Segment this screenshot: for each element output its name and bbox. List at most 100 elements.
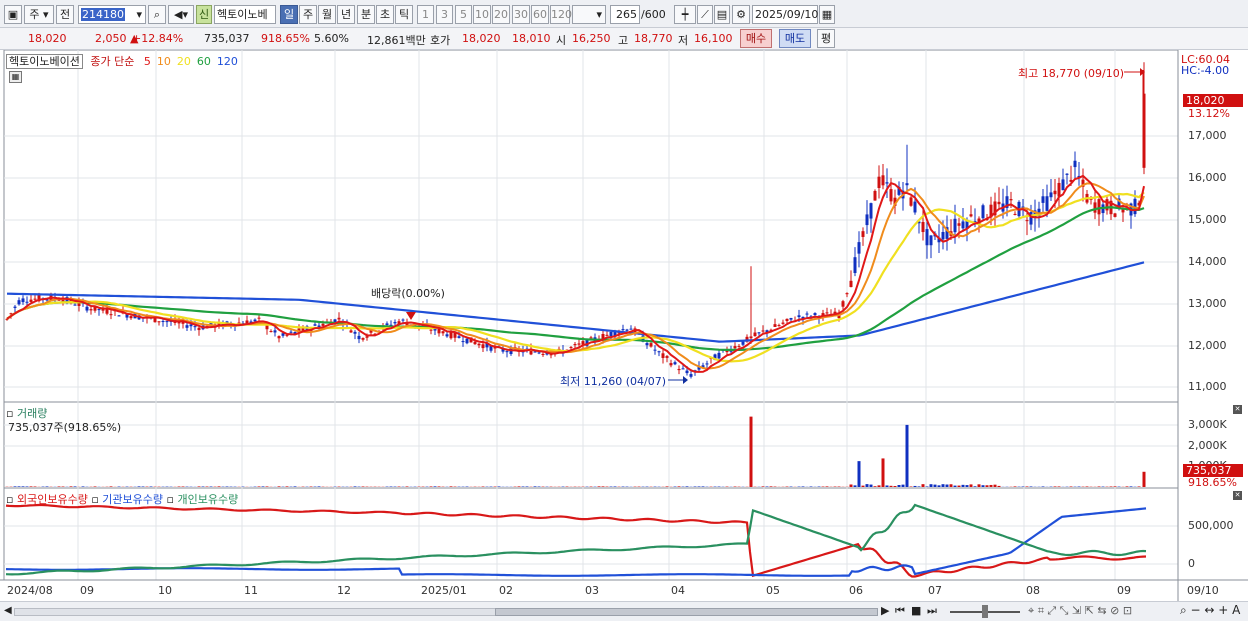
period-tab[interactable]: 월 xyxy=(318,5,336,24)
forward-icon[interactable]: ⏭ xyxy=(927,604,937,618)
interval-tab[interactable]: 3 xyxy=(436,5,453,24)
volume-bar xyxy=(877,485,881,487)
date-input[interactable]: 2025/09/10 xyxy=(752,5,818,24)
hc-label: HC:-4.00 xyxy=(1181,64,1230,77)
interval-tab[interactable]: 5 xyxy=(455,5,472,24)
candle-body xyxy=(609,332,613,337)
volume-bar xyxy=(437,486,441,487)
candle-body xyxy=(533,351,537,353)
interval-dropdown[interactable]: ▾ xyxy=(572,5,606,24)
current-price: 18,020 xyxy=(28,32,67,45)
candle-body xyxy=(573,344,577,346)
volume-bar xyxy=(285,486,289,487)
period-tab[interactable]: 일 xyxy=(280,5,298,24)
candle-icon[interactable]: ┿ xyxy=(674,5,696,24)
legend-ma-120[interactable]: 120 xyxy=(217,55,238,68)
legend-ma-60[interactable]: 60 xyxy=(197,55,211,68)
scrollbar-track[interactable] xyxy=(14,608,878,616)
period-select[interactable]: 주 ▾ xyxy=(24,5,54,24)
candle-body xyxy=(849,280,853,288)
candle-body xyxy=(1093,202,1097,213)
tool-icons[interactable]: ⌖ ⌗ ⤢ ⤡ ⇲ ⇱ ⇆ ⊘ ⊡ xyxy=(1028,604,1132,618)
volume-bar xyxy=(449,486,453,487)
volume-bar xyxy=(597,486,601,487)
period-tab[interactable]: 분 xyxy=(357,5,375,24)
volume-bar xyxy=(961,484,965,487)
change-pct: +12.84% xyxy=(132,32,184,45)
period-tab[interactable]: 주 xyxy=(299,5,317,24)
zoom-icons[interactable]: ⌕ − ↔ + A xyxy=(1180,603,1240,618)
interval-tab[interactable]: 120 xyxy=(550,5,572,24)
volume-bar xyxy=(1057,486,1061,487)
interval-tab[interactable]: 60 xyxy=(531,5,549,24)
volume-bar xyxy=(665,486,669,487)
chevron-down-icon[interactable]: ▾ xyxy=(136,6,145,23)
candle-body xyxy=(913,201,917,213)
x-axis-label: 09 xyxy=(80,584,94,597)
next-icon[interactable]: ▶ xyxy=(881,604,889,617)
chart-canvas[interactable] xyxy=(0,49,1248,601)
count-input[interactable]: 265 xyxy=(610,5,640,24)
candle-body xyxy=(681,368,685,370)
volume-bar xyxy=(933,484,937,487)
candle-body xyxy=(653,349,657,351)
candle-body xyxy=(873,190,877,201)
candle-body xyxy=(385,323,389,325)
period-tab[interactable]: 년 xyxy=(337,5,355,24)
legend-ma-10[interactable]: 10 xyxy=(157,55,171,68)
volume-bar xyxy=(353,486,357,487)
volume-bar xyxy=(905,424,909,487)
volume-bar xyxy=(749,416,753,487)
candle-body xyxy=(117,315,121,317)
interval-tab[interactable]: 1 xyxy=(417,5,434,24)
interval-tab[interactable]: 30 xyxy=(512,5,530,24)
legend-ma-20[interactable]: 20 xyxy=(177,55,191,68)
buy-button[interactable]: 매수 xyxy=(740,29,772,48)
layout-icon[interactable]: ▣ xyxy=(4,5,22,24)
calendar-icon[interactable]: ▦ xyxy=(819,5,835,24)
candle-body xyxy=(717,352,721,359)
speed-slider-thumb[interactable] xyxy=(982,605,988,618)
candle-body xyxy=(773,324,777,327)
current-price-tag: 18,020 xyxy=(1183,94,1243,107)
legend-ma-5[interactable]: 5 xyxy=(144,55,151,68)
volume-bar xyxy=(525,486,529,487)
x-axis-label: 04 xyxy=(671,584,685,597)
volume-bar xyxy=(217,486,221,487)
save-icon[interactable]: ▤ xyxy=(714,5,730,24)
price-tick-label: 17,000 xyxy=(1188,129,1227,142)
sell-button[interactable]: 매도 xyxy=(779,29,811,48)
volume-bar xyxy=(913,485,917,487)
candle-body xyxy=(193,326,197,328)
close-icon[interactable]: ✕ xyxy=(1233,405,1242,414)
grid-icon[interactable]: ▦ xyxy=(9,71,22,83)
code-input[interactable]: 214180 ▾ xyxy=(78,5,146,24)
search-icon[interactable]: ⌕ xyxy=(148,5,166,24)
scrollbar-thumb[interactable] xyxy=(495,608,878,616)
line-tool-icon[interactable]: ⟋ xyxy=(697,5,713,24)
x-axis-label: 06 xyxy=(849,584,863,597)
candle-body xyxy=(253,319,257,322)
scroll-left-icon[interactable]: ◀ xyxy=(4,605,12,616)
prev-button[interactable]: 전 xyxy=(56,5,74,24)
volume-bar xyxy=(13,486,17,487)
gear-icon[interactable]: ⚙ xyxy=(732,5,750,24)
stock-chart[interactable]: 헥토이노베이션 종가 단순 5 10 20 60 120 ▦ LC:60.04 HC:-… xyxy=(0,49,1248,601)
volume-bar xyxy=(1109,486,1113,487)
candle-body xyxy=(1073,160,1077,168)
candle-body xyxy=(861,231,865,237)
candle-body xyxy=(1041,196,1045,203)
legend-stock-name[interactable]: 헥토이노베이션 xyxy=(6,54,83,69)
period-tab[interactable]: 초 xyxy=(376,5,394,24)
period-tab[interactable]: 틱 xyxy=(395,5,413,24)
close-icon[interactable]: ✕ xyxy=(1233,491,1242,500)
rewind-icon[interactable]: ⏮ xyxy=(895,604,905,618)
interval-tab[interactable]: 20 xyxy=(492,5,510,24)
volume-bar xyxy=(925,486,929,487)
interval-tab[interactable]: 10 xyxy=(473,5,491,24)
speaker-icon[interactable]: ◀▾ xyxy=(168,5,194,24)
stop-icon[interactable]: ■ xyxy=(911,604,921,617)
candle-body xyxy=(73,304,77,306)
eval-button[interactable]: 평 xyxy=(817,29,835,48)
x-axis-label: 02 xyxy=(499,584,513,597)
